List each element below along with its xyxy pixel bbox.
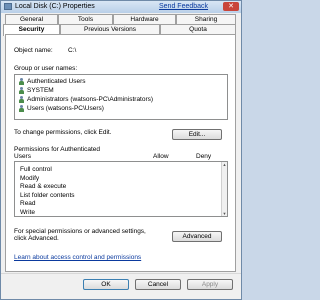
advanced-button[interactable]: Advanced — [172, 231, 222, 242]
footer-divider — [1, 273, 241, 274]
permission-name: Read — [20, 200, 36, 207]
user-group-icon — [18, 87, 25, 94]
cancel-button[interactable]: Cancel — [135, 279, 181, 290]
send-feedback-link[interactable]: Send Feedback — [159, 3, 208, 10]
list-item-label: Authenticated Users — [27, 78, 86, 85]
tab-previous-versions[interactable]: Previous Versions — [60, 24, 160, 34]
learn-access-control-link[interactable]: Learn about access control and permissio… — [14, 254, 141, 261]
list-item[interactable]: SYSTEM — [15, 86, 227, 95]
special-permissions-text: For special permissions or advanced sett… — [14, 228, 146, 235]
tab-sharing[interactable]: Sharing — [176, 14, 236, 24]
security-panel: Object name: C:\ Group or user names: Au… — [5, 34, 236, 272]
window-title: Local Disk (C:) Properties — [15, 3, 95, 10]
group-listbox[interactable]: Authenticated Users SYSTEM Administrator… — [14, 74, 228, 120]
special-permissions-text-2: click Advanced. — [14, 235, 59, 242]
tab-tools[interactable]: Tools — [58, 14, 113, 24]
scroll-up-icon[interactable]: ▲ — [222, 162, 227, 167]
drive-icon — [4, 3, 12, 10]
permission-row: Modify — [15, 175, 227, 184]
allow-header: Allow — [153, 153, 169, 160]
properties-window: Local Disk (C:) Properties Send Feedback… — [0, 0, 242, 300]
list-item[interactable]: Authenticated Users — [15, 77, 227, 86]
object-name-value: C:\ — [68, 47, 77, 54]
title-bar: Local Disk (C:) Properties Send Feedback… — [1, 1, 241, 13]
group-label: Group or user names: — [14, 65, 78, 72]
ok-button[interactable]: OK — [83, 279, 129, 290]
permissions-listbox[interactable]: Full control Modify Read & execute List … — [14, 161, 228, 217]
object-name-label: Object name: — [14, 47, 53, 54]
tab-general[interactable]: General — [5, 14, 58, 24]
apply-button[interactable]: Apply — [187, 279, 233, 290]
permission-row: Full control — [15, 166, 227, 175]
close-icon[interactable]: ✕ — [223, 2, 239, 11]
deny-header: Deny — [196, 153, 212, 160]
permission-row: Read — [15, 200, 227, 209]
change-permissions-text: To change permissions, click Edit. — [14, 129, 112, 136]
tab-hardware[interactable]: Hardware — [113, 14, 176, 24]
permission-row: List folder contents — [15, 192, 227, 201]
list-item[interactable]: Users (watsons-PC\Users) — [15, 104, 227, 113]
permission-name: Full control — [20, 166, 52, 173]
list-item-label: Users (watsons-PC\Users) — [27, 105, 104, 112]
permissions-label: Permissions for Authenticated — [14, 146, 100, 153]
list-item-label: SYSTEM — [27, 87, 54, 94]
permission-name: List folder contents — [20, 191, 75, 199]
permission-name: Write — [20, 208, 36, 216]
permission-name: Read & execute — [20, 183, 67, 190]
edit-button[interactable]: Edit... — [172, 129, 222, 140]
list-item-label: Administrators (watsons-PC\Administrator… — [27, 96, 154, 103]
permission-row: Write — [15, 209, 227, 218]
tab-quota[interactable]: Quota — [160, 24, 236, 34]
permission-row: Read & execute — [15, 183, 227, 192]
scroll-down-icon[interactable]: ▼ — [222, 211, 227, 216]
permissions-label-user: Users — [14, 153, 31, 160]
list-item[interactable]: Administrators (watsons-PC\Administrator… — [15, 95, 227, 104]
user-group-icon — [18, 105, 25, 112]
permissions-scrollbar[interactable]: ▲ ▼ — [221, 162, 227, 216]
permission-name: Modify — [20, 174, 40, 182]
user-group-icon — [18, 96, 25, 103]
user-group-icon — [18, 78, 25, 85]
